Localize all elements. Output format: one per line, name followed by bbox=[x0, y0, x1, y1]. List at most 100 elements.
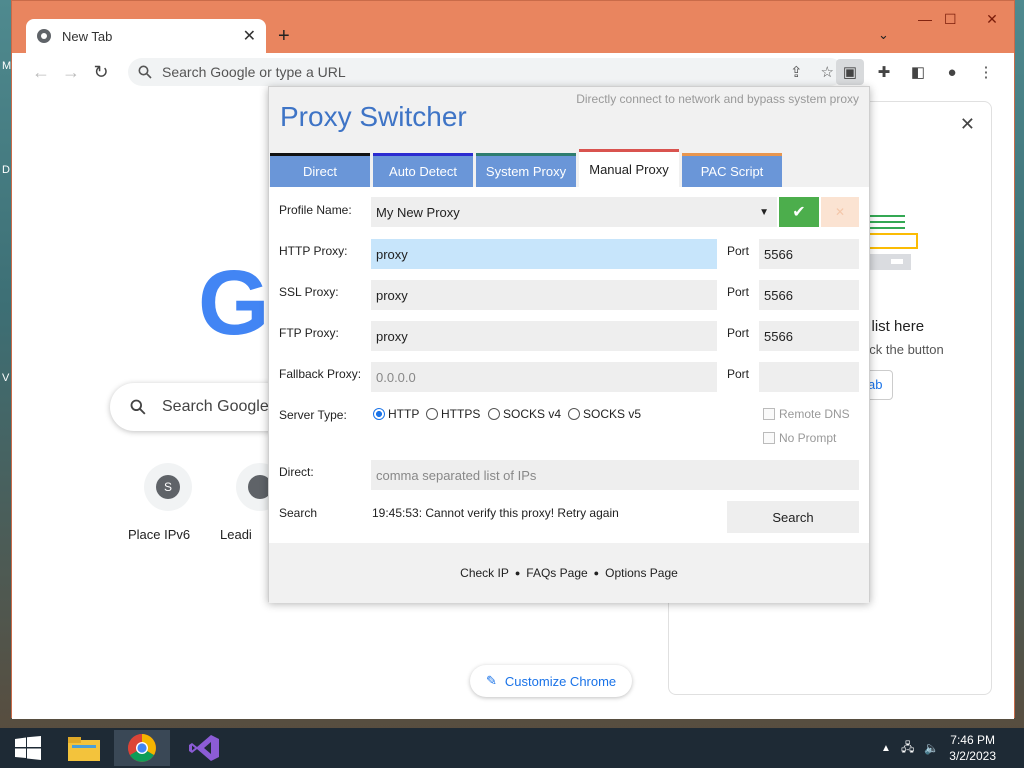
mode-description: Directly connect to network and bypass s… bbox=[576, 92, 859, 106]
minimize-icon[interactable]: — bbox=[918, 11, 932, 27]
network-icon[interactable]: 🖧 bbox=[901, 738, 914, 759]
port-label: Port bbox=[727, 244, 750, 258]
radio-http[interactable]: HTTP bbox=[373, 407, 419, 421]
pencil-icon: ✎ bbox=[486, 673, 497, 688]
chrome-taskbar[interactable] bbox=[114, 730, 170, 766]
check-ip-link[interactable]: Check IP bbox=[460, 566, 509, 580]
check-icon: ✔ bbox=[792, 204, 806, 221]
ftp-proxy-label: FTP Proxy: bbox=[279, 326, 339, 340]
tab-close-icon[interactable]: ✕ bbox=[243, 26, 256, 46]
checkbox-label: No Prompt bbox=[779, 431, 837, 445]
side-panel-subtitle: click the button bbox=[857, 342, 944, 357]
tab-direct[interactable]: Direct bbox=[270, 153, 370, 187]
profile-name-select[interactable]: My New Proxy ▼ bbox=[371, 197, 777, 227]
radio-unselected-icon bbox=[488, 408, 500, 420]
search-button[interactable]: Search bbox=[727, 501, 859, 533]
ftp-proxy-input[interactable]: proxy bbox=[371, 321, 717, 351]
profile-name-value: My New Proxy bbox=[376, 204, 460, 220]
radio-selected-icon bbox=[373, 408, 385, 420]
radio-socks-v5[interactable]: SOCKS v5 bbox=[568, 407, 641, 421]
ntp-search-placeholder: Search Google bbox=[162, 398, 269, 415]
maximize-icon[interactable]: ☐ bbox=[944, 11, 957, 28]
mode-tabs: Direct Auto Detect System Proxy Manual P… bbox=[269, 149, 869, 187]
extensions-puzzle-icon[interactable]: ✚ bbox=[870, 59, 898, 85]
close-icon: ✕ bbox=[834, 205, 846, 219]
ssl-port-input[interactable]: 5566 bbox=[759, 280, 859, 310]
tab-auto-detect[interactable]: Auto Detect bbox=[373, 153, 473, 187]
save-profile-button[interactable]: ✔ bbox=[779, 197, 819, 227]
options-page-link[interactable]: Options Page bbox=[605, 566, 678, 580]
radio-socks-v4[interactable]: SOCKS v4 bbox=[488, 407, 561, 421]
forward-arrow-icon[interactable]: → bbox=[56, 62, 86, 83]
shortcut-tile[interactable]: S Place IPv6 bbox=[128, 463, 208, 542]
server-type-label: Server Type: bbox=[279, 408, 347, 422]
no-prompt-checkbox[interactable]: No Prompt bbox=[763, 431, 836, 445]
status-message: 19:45:53: Cannot verify this proxy! Retr… bbox=[372, 506, 619, 520]
fallback-proxy-label: Fallback Proxy: bbox=[279, 367, 362, 381]
proxy-switcher-popup: Proxy Switcher Directly connect to netwo… bbox=[268, 86, 870, 603]
tab-manual-proxy[interactable]: Manual Proxy bbox=[579, 149, 679, 187]
start-button[interactable] bbox=[0, 730, 56, 766]
taskbar: ▲ 🖧 🔈 7:46 PM 3/2/2023 bbox=[0, 728, 1024, 768]
reload-icon[interactable]: ↻ bbox=[86, 62, 116, 83]
clock[interactable]: 7:46 PM 3/2/2023 bbox=[949, 732, 996, 764]
side-panel-icon[interactable]: ◧ bbox=[904, 59, 932, 85]
search-label: Search bbox=[279, 506, 318, 520]
fallback-proxy-input[interactable]: 0.0.0.0 bbox=[371, 362, 717, 392]
footer-separator: ● bbox=[593, 568, 600, 578]
omnibox[interactable]: Search Google or type a URL ⇪ ☆ bbox=[128, 58, 844, 86]
direct-ips-input[interactable]: comma separated list of IPs bbox=[371, 460, 859, 490]
port-label: Port bbox=[727, 285, 750, 299]
radio-https[interactable]: HTTPS bbox=[426, 407, 480, 421]
shortcut-initial: S bbox=[156, 475, 180, 499]
desktop-edge-letter: V bbox=[2, 372, 10, 384]
faqs-page-link[interactable]: FAQs Page bbox=[526, 566, 587, 580]
manual-proxy-form: Profile Name: My New Proxy ▼ ✔ ✕ HTTP Pr… bbox=[269, 187, 869, 543]
radio-label: HTTP bbox=[388, 407, 420, 421]
file-explorer-taskbar[interactable] bbox=[56, 730, 112, 766]
share-icon[interactable]: ⇪ bbox=[790, 63, 803, 81]
tray-chevron-icon[interactable]: ▲ bbox=[881, 743, 891, 754]
dropdown-caret-icon: ▼ bbox=[759, 206, 769, 218]
tab-title: New Tab bbox=[62, 28, 113, 44]
http-port-input[interactable]: 5566 bbox=[759, 239, 859, 269]
radio-label: SOCKS v4 bbox=[503, 407, 562, 421]
tab-new-tab[interactable]: New Tab ✕ bbox=[26, 19, 266, 53]
chrome-icon bbox=[128, 734, 156, 762]
radio-label: HTTPS bbox=[441, 407, 481, 421]
system-tray: ▲ 🖧 🔈 7:46 PM 3/2/2023 bbox=[881, 728, 1024, 768]
google-logo: G bbox=[198, 252, 270, 354]
profile-avatar-icon[interactable]: ● bbox=[938, 59, 966, 85]
remote-dns-checkbox[interactable]: Remote DNS bbox=[763, 407, 850, 421]
tab-system-proxy[interactable]: System Proxy bbox=[476, 153, 576, 187]
proxy-extension-icon[interactable]: ▣ bbox=[836, 59, 864, 85]
shortcut-label: Leadi bbox=[220, 527, 252, 542]
delete-profile-button[interactable]: ✕ bbox=[821, 197, 859, 227]
volume-icon[interactable]: 🔈 bbox=[924, 741, 939, 755]
http-proxy-input[interactable]: proxy bbox=[371, 239, 717, 269]
tab-strip: New Tab ✕ + ⌄ — ☐ ✕ bbox=[12, 1, 1014, 53]
radio-unselected-icon bbox=[568, 408, 580, 420]
ftp-port-input[interactable]: 5566 bbox=[759, 321, 859, 351]
http-proxy-label: HTTP Proxy: bbox=[279, 244, 348, 258]
tab-search-chevron-icon[interactable]: ⌄ bbox=[878, 27, 889, 43]
folder-icon bbox=[68, 737, 100, 761]
ssl-proxy-input[interactable]: proxy bbox=[371, 280, 717, 310]
windows-logo-icon bbox=[15, 736, 41, 760]
customize-chrome-button[interactable]: ✎ Customize Chrome bbox=[470, 665, 633, 697]
visual-studio-taskbar[interactable] bbox=[176, 730, 232, 766]
desktop-edge-letter: M bbox=[2, 60, 12, 72]
close-window-icon[interactable]: ✕ bbox=[968, 11, 1016, 28]
back-arrow-icon[interactable]: ← bbox=[26, 62, 56, 83]
desktop-edge-letter: D bbox=[2, 164, 10, 176]
menu-kebab-icon[interactable]: ⋮ bbox=[972, 59, 1000, 85]
search-icon bbox=[130, 399, 146, 415]
bookmark-star-icon[interactable]: ☆ bbox=[821, 63, 834, 81]
new-tab-plus-icon[interactable]: + bbox=[278, 25, 290, 48]
checkbox-label: Remote DNS bbox=[779, 407, 850, 421]
side-panel-close-icon[interactable]: ✕ bbox=[960, 114, 975, 135]
checkbox-box bbox=[763, 432, 775, 444]
fallback-port-input[interactable] bbox=[759, 362, 859, 392]
customize-chrome-label: Customize Chrome bbox=[504, 673, 617, 689]
tab-pac-script[interactable]: PAC Script bbox=[682, 153, 782, 187]
